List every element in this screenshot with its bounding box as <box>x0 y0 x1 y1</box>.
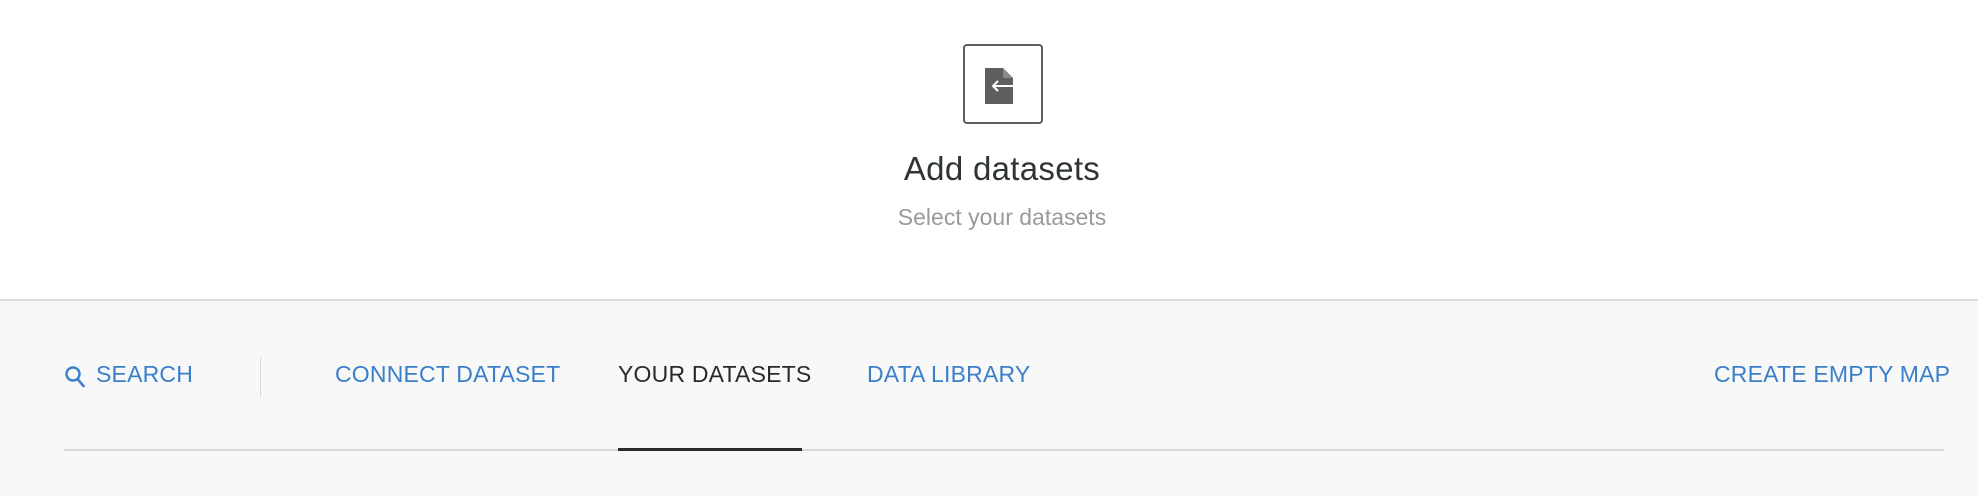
tab-search-label: SEARCH <box>96 361 194 387</box>
add-dataset-icon-box <box>963 44 1043 124</box>
create-empty-map-button[interactable]: CREATE EMPTY MAP <box>1714 361 1950 388</box>
tab-data-library[interactable]: DATA LIBRARY <box>867 361 1030 388</box>
tab-separator <box>260 357 261 397</box>
add-datasets-dialog: Add datasets Select your datasets SEARCH… <box>0 0 1978 496</box>
dialog-title: Add datasets <box>903 150 1101 187</box>
file-arrow-left-icon <box>985 68 1021 104</box>
active-tab-indicator <box>618 448 802 451</box>
dataset-tabs: SEARCH CONNECT DATASET YOUR DATASETS DAT… <box>0 301 1978 496</box>
dialog-header: Add datasets Select your datasets <box>0 0 1978 300</box>
tab-your-datasets[interactable]: YOUR DATASETS <box>618 361 811 388</box>
tab-connect-dataset[interactable]: CONNECT DATASET <box>335 361 560 388</box>
tabs-baseline <box>64 449 1944 451</box>
dialog-subtitle: Select your datasets <box>897 204 1107 230</box>
search-icon <box>65 366 85 388</box>
